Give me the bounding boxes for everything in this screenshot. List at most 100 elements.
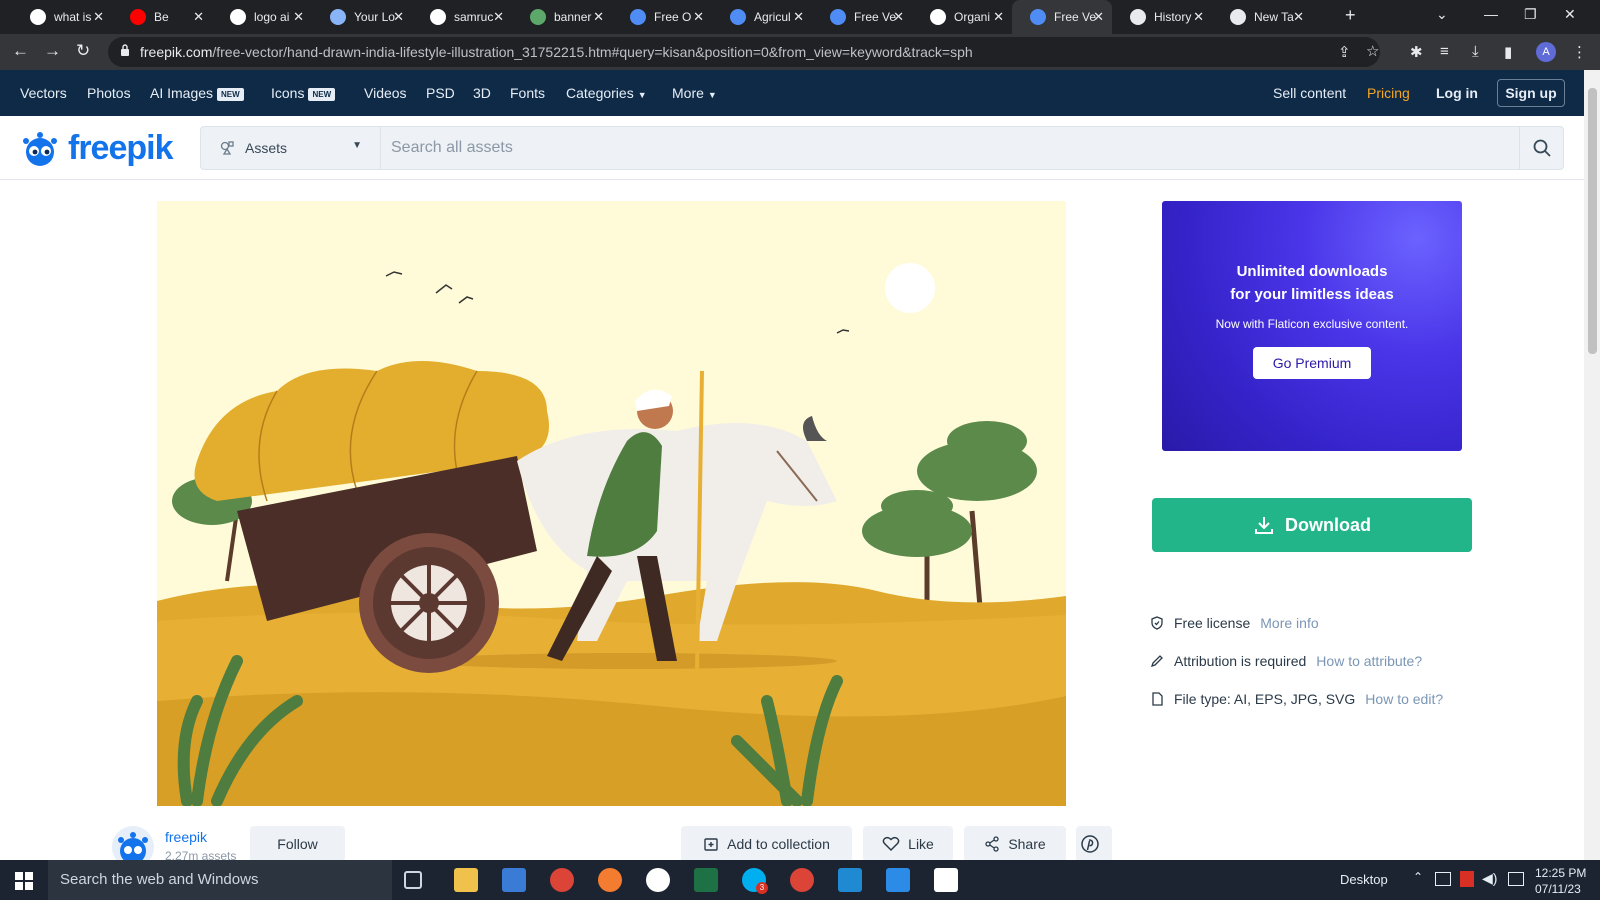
settings-icon[interactable] [886,868,910,892]
browser-tab[interactable]: Free Ve ✕ [812,0,912,34]
collection-add-icon [704,838,718,851]
pinterest-button[interactable] [1076,826,1112,862]
windows-start-icon[interactable] [15,872,33,890]
like-button[interactable]: Like [863,826,953,862]
task-view-icon[interactable] [404,871,422,889]
signup-button[interactable]: Sign up [1497,79,1565,107]
browser-tab[interactable]: New Ta ✕ [1212,0,1312,34]
go-premium-button[interactable]: Go Premium [1253,347,1371,379]
login-link[interactable]: Log in [1436,85,1478,101]
restore-icon[interactable]: ❐ [1524,6,1537,23]
share-button[interactable]: Share [964,826,1066,862]
nav-ai-images[interactable]: AI Images NEW [150,85,244,101]
browser-menu-icon[interactable]: ⋮ [1572,43,1587,61]
side-panel-icon[interactable]: ▮ [1504,43,1512,61]
close-tab-icon[interactable]: ✕ [293,9,304,25]
author-name-link[interactable]: freepik [165,829,207,845]
forward-icon[interactable]: → [44,41,61,61]
sell-content-link[interactable]: Sell content [1273,85,1346,101]
store-icon[interactable] [502,868,526,892]
browser-tab[interactable]: Your Lo ✕ [312,0,412,34]
downloads-icon[interactable]: ⤓ [1472,43,1479,60]
how-to-attribute-link[interactable]: How to attribute? [1316,653,1422,669]
pricing-link[interactable]: Pricing [1367,85,1410,101]
freepik-icon [730,9,746,25]
browser-tab[interactable]: logo ai ✕ [212,0,312,34]
nav-icons[interactable]: Icons NEW [271,85,336,101]
clock-date[interactable]: 07/11/23 [1535,882,1581,896]
close-tab-icon[interactable]: ✕ [1093,9,1104,25]
chrome-icon[interactable] [550,868,574,892]
brave-icon[interactable] [598,868,622,892]
windows-search-box[interactable]: Search the web and Windows [48,860,392,900]
browser-tab[interactable]: banner ✕ [512,0,612,34]
address-bar[interactable]: freepik.com/free-vector/hand-drawn-india… [108,37,1380,67]
nav-vectors[interactable]: Vectors [20,85,67,101]
page-scrollbar-thumb[interactable] [1588,88,1597,354]
extensions-icon[interactable]: ✱ [1410,43,1423,61]
freepik-logo[interactable]: freepik [20,128,173,168]
close-tab-icon[interactable]: ✕ [193,9,204,25]
chrome-active-icon[interactable] [790,868,814,892]
desktop-toolbar-label[interactable]: Desktop [1340,872,1388,887]
browser-tab[interactable]: History ✕ [1112,0,1212,34]
tray-chevron-icon[interactable]: ⌃ [1413,870,1423,884]
mongodb-icon[interactable] [646,868,670,892]
nav-videos[interactable]: Videos [364,85,407,101]
reading-list-icon[interactable]: ≡ [1440,43,1449,60]
browser-tab[interactable]: Organi ✕ [912,0,1012,34]
new-tab-button[interactable]: + [1345,5,1356,26]
file-explorer-icon[interactable] [454,868,478,892]
photos-icon[interactable] [934,868,958,892]
close-tab-icon[interactable]: ✕ [593,9,604,25]
tab-search-icon[interactable]: ⌄ [1436,6,1448,23]
tab-title: Agricul [754,10,791,24]
browser-tab[interactable]: Be ✕ [112,0,212,34]
close-tab-icon[interactable]: ✕ [693,9,704,25]
nav-ai-images-label: AI Images [150,85,214,101]
share-page-icon[interactable]: ⇪ [1338,43,1351,61]
nav-3d[interactable]: 3D [473,85,491,101]
volume-icon[interactable]: ◀) [1482,870,1497,887]
browser-tab[interactable]: Agricul ✕ [712,0,812,34]
clock-time[interactable]: 12:25 PM [1535,866,1586,880]
browser-tab[interactable]: samruc ✕ [412,0,512,34]
close-tab-icon[interactable]: ✕ [493,9,504,25]
close-window-icon[interactable]: ✕ [1564,6,1576,23]
nav-fonts[interactable]: Fonts [510,85,545,101]
vscode-icon[interactable] [838,868,862,892]
reload-icon[interactable]: ↻ [76,41,90,61]
download-button[interactable]: Download [1152,498,1472,552]
nav-psd[interactable]: PSD [426,85,455,101]
search-button[interactable] [1519,127,1563,169]
profile-avatar[interactable]: A [1536,42,1556,62]
bookmark-star-icon[interactable]: ☆ [1366,42,1379,60]
search-input[interactable] [391,137,1491,159]
action-center-icon[interactable] [1508,872,1524,886]
excel-icon[interactable] [694,868,718,892]
browser-tab[interactable]: Free O ✕ [612,0,712,34]
browser-tab[interactable]: what is ✕ [12,0,112,34]
close-tab-icon[interactable]: ✕ [893,9,904,25]
antivirus-icon[interactable] [1460,871,1474,887]
close-tab-icon[interactable]: ✕ [993,9,1004,25]
more-info-link[interactable]: More info [1260,615,1318,631]
add-to-collection-button[interactable]: Add to collection [681,826,852,862]
nav-more[interactable]: More ▼ [672,85,717,101]
preview-image[interactable] [157,201,1066,806]
network-icon[interactable] [1435,872,1451,886]
browser-tab[interactable]: Free Ve ✕ [1012,0,1112,34]
tab-title: banner [554,10,592,24]
close-tab-icon[interactable]: ✕ [1193,9,1204,25]
how-to-edit-link[interactable]: How to edit? [1365,691,1443,707]
minimize-icon[interactable]: — [1484,6,1498,22]
close-tab-icon[interactable]: ✕ [93,9,104,25]
nav-categories[interactable]: Categories ▼ [566,85,647,101]
nav-photos[interactable]: Photos [87,85,131,101]
back-icon[interactable]: ← [12,41,29,61]
close-tab-icon[interactable]: ✕ [1293,9,1304,25]
close-tab-icon[interactable]: ✕ [393,9,404,25]
asset-type-dropdown[interactable]: Assets ▼ [201,127,381,169]
follow-button[interactable]: Follow [250,826,345,862]
close-tab-icon[interactable]: ✕ [793,9,804,25]
